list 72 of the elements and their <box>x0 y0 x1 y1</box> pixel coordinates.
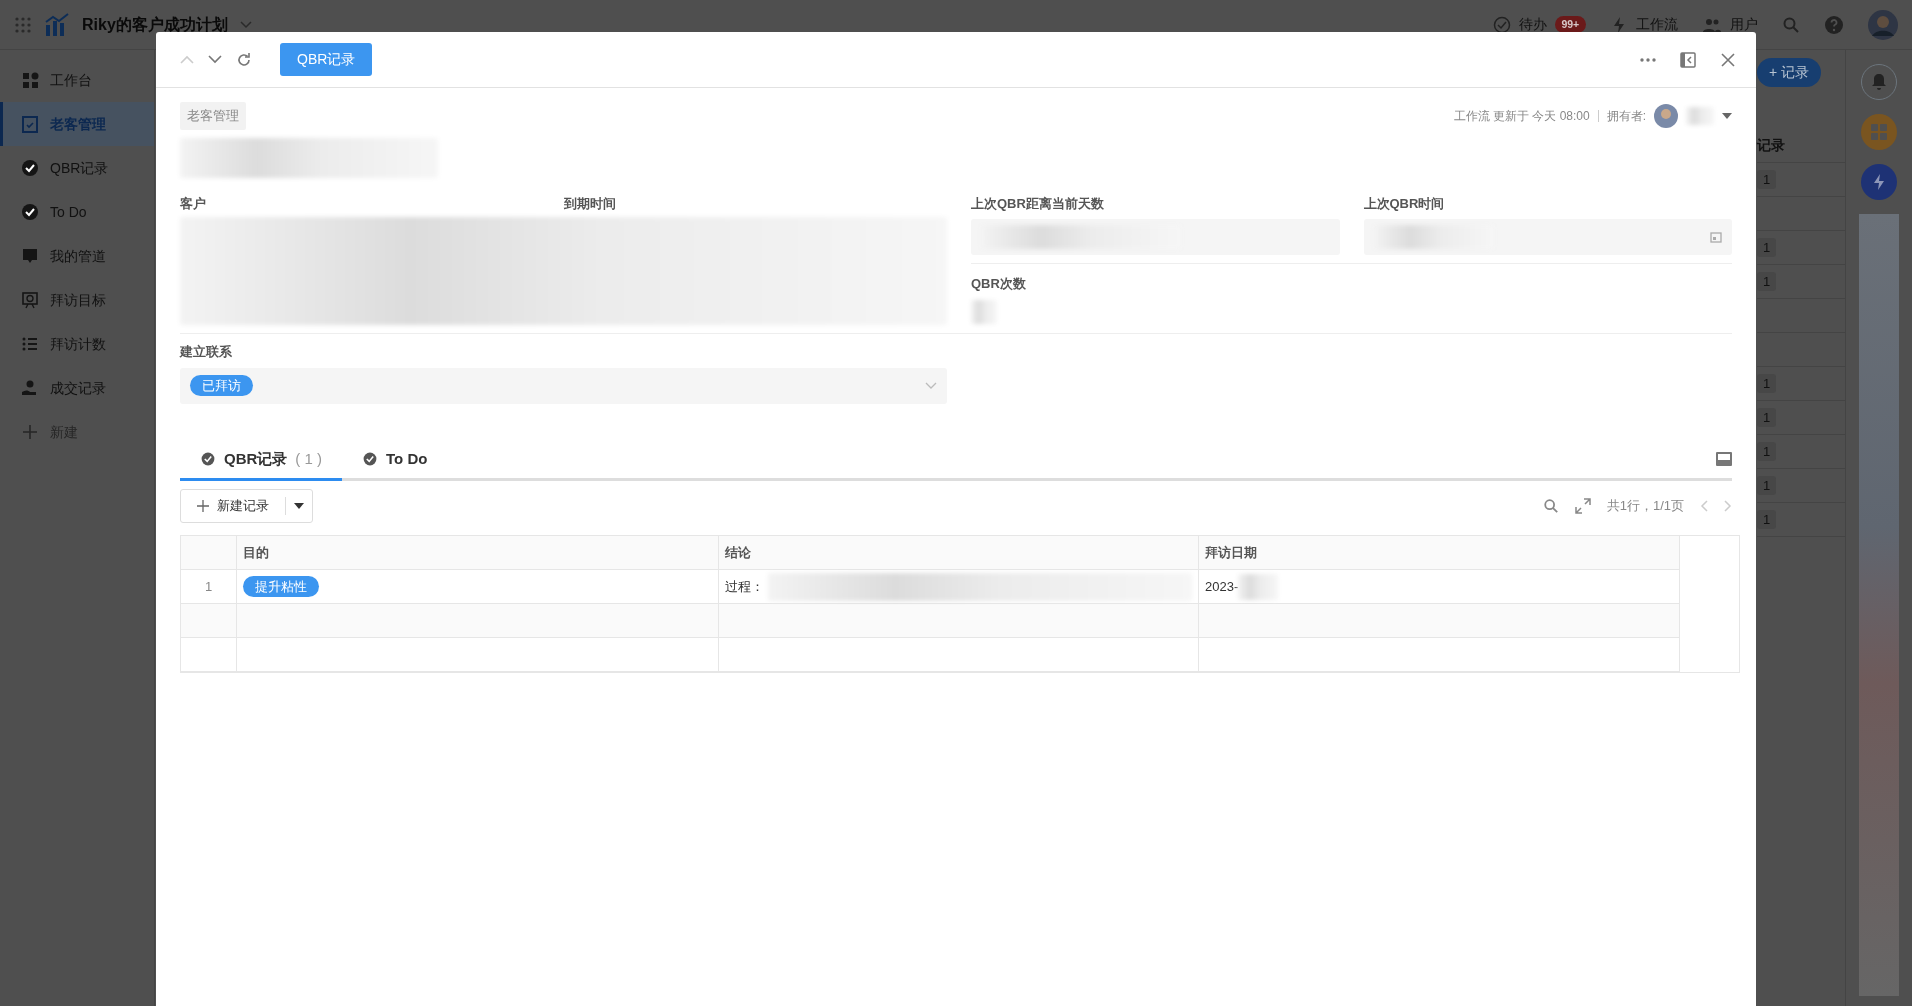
sidebar-item[interactable]: 拜访目标 <box>0 278 154 322</box>
apps-menu-icon[interactable] <box>14 15 32 34</box>
list-heading: 记录 <box>1757 136 1785 155</box>
field-label: QBR次数 <box>971 275 1027 293</box>
pagination-text: 共1行，1/1页 <box>1606 497 1684 516</box>
cell-text: 过程： <box>725 577 764 596</box>
cell-text: 2023- <box>1205 577 1239 596</box>
sidebar-item[interactable]: QBR记录 <box>0 146 154 190</box>
check-circle-icon <box>200 450 216 467</box>
workflow-status: 工作流 更新于 今天 08:00 <box>1453 107 1590 125</box>
refresh-icon[interactable] <box>236 51 252 68</box>
sidebar-item[interactable]: 成交记录 <box>0 366 154 410</box>
workflow-link[interactable]: 工作流 <box>1636 14 1678 35</box>
help-icon[interactable] <box>1824 14 1844 35</box>
purpose-tag: 提升粘性 <box>243 575 319 598</box>
search-icon[interactable] <box>1782 15 1800 34</box>
record-type-button[interactable]: QBR记录 <box>280 43 373 76</box>
field-label: 客户 <box>180 194 207 213</box>
sidebar-item[interactable]: 老客管理 <box>0 102 154 146</box>
select-field[interactable]: 已拜访 <box>180 367 947 404</box>
new-record-button[interactable]: 新建记录 <box>180 489 313 523</box>
owner-avatar[interactable] <box>1654 103 1678 128</box>
check-circle-icon <box>20 202 40 222</box>
owner-label: 拥有者: <box>1606 107 1646 125</box>
redacted-field <box>971 299 997 324</box>
search-icon[interactable] <box>1542 498 1559 514</box>
presentation-icon <box>20 290 40 310</box>
plus-icon <box>197 500 209 512</box>
caret-icon[interactable] <box>1722 112 1732 119</box>
column-header: 结论 <box>719 536 1199 570</box>
column-header: 目的 <box>237 536 719 570</box>
field-label: 建立联系 <box>180 343 233 361</box>
date-field[interactable] <box>1363 219 1732 255</box>
users-link[interactable]: 用户 <box>1730 14 1758 35</box>
checklist-icon <box>20 114 40 134</box>
caret-icon[interactable] <box>294 503 304 509</box>
app-title[interactable]: Riky的客户成功计划 <box>82 12 228 37</box>
column-header: 拜访日期 <box>1199 536 1680 570</box>
field-label: 到期时间 <box>563 194 617 213</box>
dashboard-icon <box>20 70 40 90</box>
more-icon[interactable] <box>1640 57 1656 62</box>
module-tag: 老客管理 <box>180 102 246 130</box>
chevron-down-icon <box>925 382 937 389</box>
avatar[interactable] <box>1868 9 1898 40</box>
users-icon[interactable] <box>1702 16 1722 33</box>
check-circle-icon <box>20 158 40 178</box>
text-field[interactable] <box>971 219 1340 255</box>
sidebar-item[interactable]: To Do <box>0 190 154 234</box>
side-panel-icon[interactable] <box>1680 51 1696 68</box>
plus-icon <box>20 422 40 442</box>
status-tag: 已拜访 <box>190 374 253 397</box>
redacted-text <box>1238 573 1279 600</box>
chevron-down-icon[interactable] <box>239 20 252 29</box>
check-circle-icon <box>362 450 378 467</box>
close-icon[interactable] <box>1720 51 1736 68</box>
redacted-text <box>1686 106 1714 125</box>
panel-icon[interactable] <box>1716 451 1732 466</box>
sidebar-item[interactable]: 我的管道 <box>0 234 154 278</box>
count-badge: 99+ <box>1554 15 1586 34</box>
bar-chart-logo-icon <box>44 12 70 37</box>
chevron-down-icon[interactable] <box>208 55 222 64</box>
tab[interactable]: To Do <box>342 439 448 481</box>
add-record-button[interactable]: + 记录 <box>1757 58 1822 87</box>
calendar-icon[interactable] <box>1710 231 1722 243</box>
todo-link[interactable]: 待办 <box>1518 14 1547 35</box>
expand-icon[interactable] <box>1574 498 1591 514</box>
sidebar-item[interactable]: 工作台 <box>0 58 154 102</box>
field-label: 上次QBR时间 <box>1363 194 1446 213</box>
sidebar-item[interactable]: 拜访计数 <box>0 322 154 366</box>
check-circle-icon[interactable] <box>1492 15 1511 34</box>
field-label: 上次QBR距离当前天数 <box>971 194 1105 213</box>
tab[interactable]: QBR记录 ( 1 ) <box>180 439 342 481</box>
